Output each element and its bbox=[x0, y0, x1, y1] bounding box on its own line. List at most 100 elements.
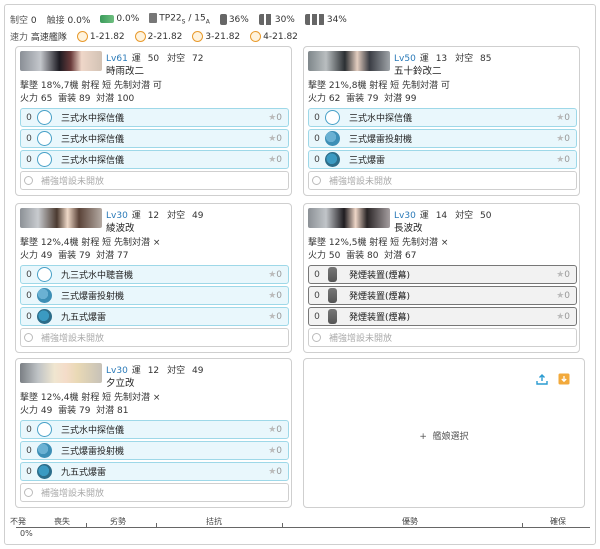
los-icon bbox=[192, 30, 204, 42]
los-icon bbox=[250, 30, 262, 42]
ship-card[interactable]: Lv30 運 12 対空 49 綾波改 撃墜 12%,4機 射程 短 先制対潜 × 火力 … bbox=[15, 203, 292, 353]
sonar-icon bbox=[37, 152, 52, 167]
los-2-stat: 2-21.82 bbox=[134, 30, 182, 42]
equipment-slot[interactable]: 0 三式水中探信儀 ★0 bbox=[20, 129, 289, 148]
torpedo-value: 79 bbox=[366, 94, 379, 104]
ship-name[interactable]: 五十鈴改二 bbox=[394, 63, 442, 77]
upload-icon[interactable] bbox=[536, 373, 548, 385]
ship-stat-line-1: 撃墜 12%,4機 射程 短 先制対潜 × bbox=[20, 393, 161, 403]
jet-stat: 0.0% bbox=[100, 14, 139, 24]
equipment-slot[interactable]: 0 九三式水中聴音機 ★0 bbox=[20, 265, 289, 284]
expansion-slot[interactable]: 補強增設未開放 bbox=[308, 328, 577, 347]
slot-count: 0 bbox=[26, 112, 32, 123]
depth-charge-icon bbox=[37, 464, 52, 479]
los-4-stat: 4-21.82 bbox=[250, 30, 298, 42]
ship-card[interactable]: Lv30 運 14 対空 50 長波改 撃墜 12%,5機 射程 短 先制対潜 × 火力 … bbox=[303, 203, 580, 353]
firepower-value: 49 bbox=[40, 406, 53, 416]
ship-stat-line-1: 撃墜 12%,5機 射程 短 先制対潜 × bbox=[308, 238, 449, 248]
expansion-slot[interactable]: 補強增設未開放 bbox=[20, 483, 289, 502]
air-state-supremacy: 確保 bbox=[550, 517, 566, 526]
air-bar-tick bbox=[282, 523, 283, 528]
equipment-name: 三式爆雷投射機 bbox=[61, 292, 125, 302]
slot-count: 0 bbox=[26, 133, 32, 144]
ship-stat-line-1: 撃墜 21%,8機 射程 短 先制対潜 可 bbox=[308, 81, 450, 91]
equipment-slot[interactable]: 0 三式水中探信儀 ★0 bbox=[308, 108, 577, 127]
ship-stat-line-2: 火力 49 雷装 79 対潜 81 bbox=[20, 406, 129, 416]
asw-value: 77 bbox=[117, 251, 129, 261]
equipment-slot[interactable]: 0 三式爆雷投射機 ★0 bbox=[20, 286, 289, 305]
sonar-icon bbox=[37, 422, 52, 437]
equipment-slot[interactable]: 0 三式水中探信儀 ★0 bbox=[20, 108, 289, 127]
improvement-level: ★0 bbox=[556, 311, 570, 322]
expansion-slot[interactable]: 補強增設未開放 bbox=[20, 328, 289, 347]
air-state-parity: 拮抗 bbox=[206, 517, 222, 526]
prohibited-icon bbox=[312, 176, 321, 185]
ship-name[interactable]: 夕立改 bbox=[106, 375, 135, 389]
improvement-level: ★0 bbox=[268, 133, 282, 144]
select-ship-button[interactable]: + 艦娘選択 bbox=[304, 429, 584, 442]
slot-count: 0 bbox=[26, 424, 32, 435]
equipment-slot[interactable]: 0 三式水中探信儀 ★0 bbox=[20, 420, 289, 439]
los-icon bbox=[76, 30, 88, 42]
empty-ship-slot[interactable]: + 艦娘選択 bbox=[303, 358, 585, 508]
transport-icon bbox=[149, 12, 158, 23]
ship-luck: 運 14 bbox=[419, 211, 448, 221]
air-superiority-bar: 不発 喪失 劣勢 拮抗 優勢 確保 0% bbox=[10, 515, 590, 539]
equipment-slot[interactable]: 0 発煙装置(煙幕) ★0 bbox=[308, 265, 577, 284]
equipment-slot[interactable]: 0 発煙装置(煙幕) ★0 bbox=[308, 307, 577, 326]
expansion-slot-label: 補強增設未開放 bbox=[329, 334, 393, 344]
ship-banner-image[interactable] bbox=[20, 208, 102, 228]
slot-count: 0 bbox=[314, 290, 320, 301]
drum-icon bbox=[219, 13, 227, 25]
improvement-level: ★0 bbox=[268, 269, 282, 280]
improvement-level: ★0 bbox=[556, 112, 570, 123]
ship-stat-line-1: 撃墜 18%,7機 射程 短 先制対潜 可 bbox=[20, 81, 162, 91]
equipment-slot[interactable]: 0 三式爆雷 ★0 bbox=[308, 150, 577, 169]
slot-count: 0 bbox=[26, 269, 32, 280]
slot-count: 0 bbox=[26, 466, 32, 477]
equipment-slot[interactable]: 0 三式爆雷投射機 ★0 bbox=[308, 129, 577, 148]
improvement-level: ★0 bbox=[556, 154, 570, 165]
expansion-slot[interactable]: 補強增設未開放 bbox=[20, 171, 289, 190]
equipment-name: 九五式爆雷 bbox=[61, 313, 107, 323]
download-icon[interactable] bbox=[558, 373, 570, 385]
equipment-slot[interactable]: 0 三式爆雷投射機 ★0 bbox=[20, 441, 289, 460]
equipment-slot[interactable]: 0 九五式爆雷 ★0 bbox=[20, 307, 289, 326]
improvement-level: ★0 bbox=[268, 154, 282, 165]
equipment-slot[interactable]: 0 九五式爆雷 ★0 bbox=[20, 462, 289, 481]
ship-name[interactable]: 長波改 bbox=[394, 220, 423, 234]
equipment-name: 三式水中探信儀 bbox=[61, 135, 125, 145]
ship-name[interactable]: 綾波改 bbox=[106, 220, 135, 234]
ship-banner-image[interactable] bbox=[20, 363, 102, 383]
prohibited-icon bbox=[24, 176, 33, 185]
slot-count: 0 bbox=[314, 133, 320, 144]
sonar-icon bbox=[325, 110, 340, 125]
ship-stat-line-2: 火力 49 雷装 79 対潜 77 bbox=[20, 251, 129, 261]
ship-banner-image[interactable] bbox=[308, 51, 390, 71]
asw-value: 99 bbox=[405, 94, 417, 104]
ship-aa: 対空 50 bbox=[455, 211, 492, 221]
equipment-slot[interactable]: 0 三式水中探信儀 ★0 bbox=[20, 150, 289, 169]
los-1-stat: 1-21.82 bbox=[76, 30, 125, 42]
equipment-slot[interactable]: 0 発煙装置(煙幕) ★0 bbox=[308, 286, 577, 305]
ship-card[interactable]: Lv50 運 13 対空 85 五十鈴改二 撃墜 21%,8機 射程 短 先制対潜 可火… bbox=[303, 46, 580, 196]
improvement-level: ★0 bbox=[268, 311, 282, 322]
improvement-level: ★0 bbox=[556, 290, 570, 301]
ship-name[interactable]: 時雨改二 bbox=[106, 63, 144, 77]
prohibited-icon bbox=[312, 333, 321, 342]
ship-luck: 運 12 bbox=[131, 211, 160, 221]
ship-aa: 対空 49 bbox=[167, 366, 204, 376]
ship-card[interactable]: Lv30 運 12 対空 49 夕立改 撃墜 12%,4機 射程 短 先制対潜 × 火力 … bbox=[15, 358, 292, 508]
drum-2-stat: 30% bbox=[258, 13, 295, 25]
firepower-value: 62 bbox=[328, 94, 341, 104]
slot-count: 0 bbox=[26, 154, 32, 165]
ship-banner-image[interactable] bbox=[20, 51, 102, 71]
depth-charge-icon bbox=[37, 309, 52, 324]
ship-banner-image[interactable] bbox=[308, 208, 390, 228]
jet-icon bbox=[100, 14, 115, 23]
equipment-name: 発煙装置(煙幕) bbox=[349, 292, 411, 302]
expansion-slot[interactable]: 補強增設未開放 bbox=[308, 171, 577, 190]
ship-card[interactable]: Lv61 運 50 対空 72 時雨改二 撃墜 18%,7機 射程 短 先制対潜 可火力… bbox=[15, 46, 292, 196]
drum-1-stat: 36% bbox=[219, 13, 249, 25]
equipment-name: 三式爆雷投射機 bbox=[349, 135, 413, 145]
